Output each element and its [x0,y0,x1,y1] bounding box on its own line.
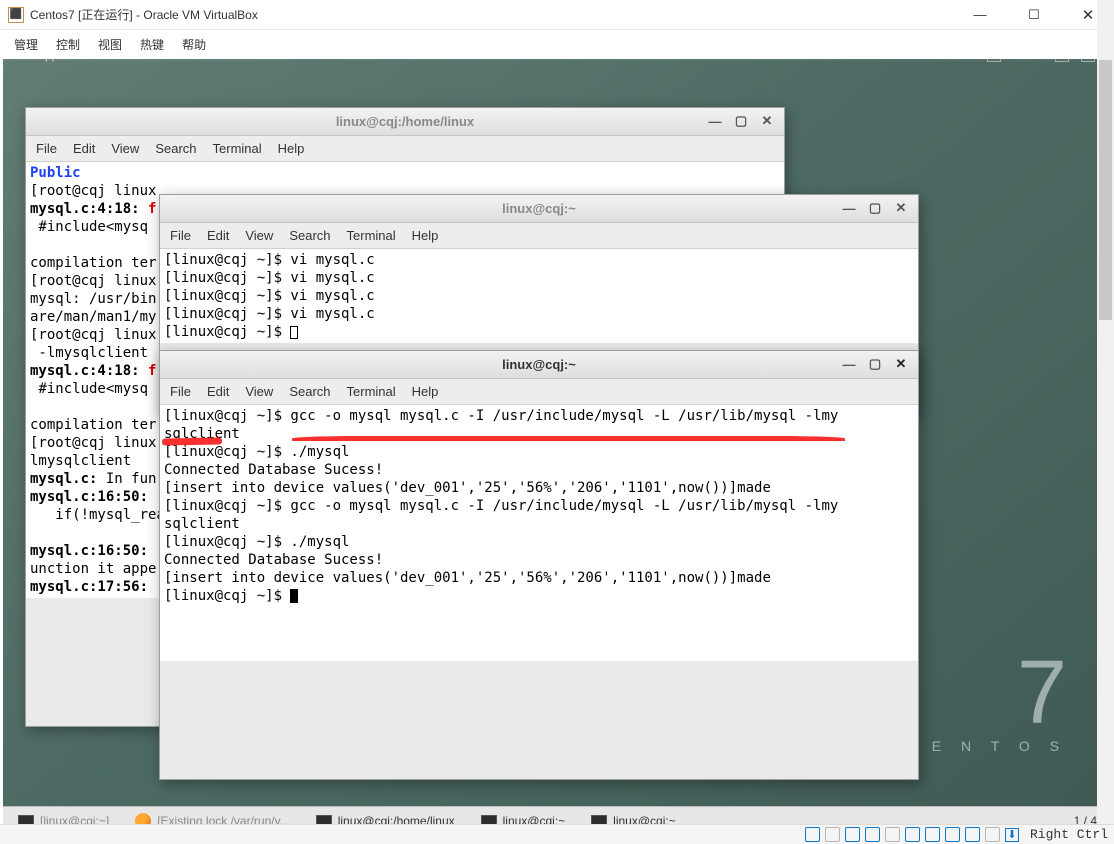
vbox-menu-help[interactable]: 帮助 [182,36,206,53]
clock[interactable]: 07:00 [1013,59,1043,62]
gnome-applications-menu[interactable]: Applications [37,59,102,62]
terminal3-maximize-button[interactable]: ▢ [864,355,886,373]
menu-file[interactable]: File [36,141,57,156]
recording-icon[interactable] [945,827,960,842]
gnome-places-menu[interactable]: Places [120,59,156,62]
terminal3-menu-bar: File Edit View Search Terminal Help [160,379,918,405]
terminal2-cursor [290,326,298,339]
menu-search[interactable]: Search [155,141,196,156]
gnome-terminal-menu[interactable]: Terminal [174,59,219,62]
vbox-menu-hotkey[interactable]: 热键 [140,36,164,53]
shared-folders-icon[interactable] [905,827,920,842]
menu-help[interactable]: Help [278,141,305,156]
vbox-titlebar: ⬛ Centos7 [正在运行] - Oracle VM VirtualBox … [0,0,1114,30]
hostkey-arrow-icon: ⬇ [1005,828,1019,842]
terminal2-close-button[interactable]: ✕ [890,199,912,217]
minimize-button[interactable]: — [962,3,998,27]
audio-icon[interactable] [845,827,860,842]
mouse-icon[interactable] [985,827,1000,842]
vbox-title: Centos7 [正在运行] - Oracle VM VirtualBox [30,6,258,23]
keyboard-lang-indicator[interactable]: en [962,59,975,62]
volume-icon[interactable] [1055,59,1069,62]
network-icon[interactable] [865,827,880,842]
virtualbox-icon: ⬛ [8,7,24,23]
annotation-red-underline-right [292,436,845,441]
menu-view[interactable]: View [245,384,273,399]
terminal2-title[interactable]: linux@cqj:~ — ▢ ✕ [160,195,918,223]
gnome-top-panel: Applications Places Terminal en 07:00 [3,59,1111,61]
terminal1-menu-bar: File Edit View Search Terminal Help [26,136,784,162]
annotation-red-underline-left [162,437,222,445]
terminal2-minimize-button[interactable]: — [838,199,860,217]
terminal2-menu-bar: File Edit View Search Terminal Help [160,223,918,249]
optical-icon[interactable] [825,827,840,842]
cpu-icon[interactable] [965,827,980,842]
menu-terminal[interactable]: Terminal [347,228,396,243]
guest-display: Applications Places Terminal en 07:00 7 … [3,59,1111,834]
vbox-menu-view[interactable]: 视图 [98,36,122,53]
terminal3-title[interactable]: linux@cqj:~ — ▢ ✕ [160,351,918,379]
centos-version-digit: 7 [902,648,1067,738]
menu-help[interactable]: Help [412,384,439,399]
page-scrollbar[interactable] [1097,0,1114,824]
hostkey-label: Right Ctrl [1030,827,1108,842]
menu-edit[interactable]: Edit [207,384,229,399]
terminal3-body[interactable]: [linux@cqj ~]$ gcc -o mysql mysql.c -I /… [160,405,918,661]
terminal1-minimize-button[interactable]: — [704,112,726,130]
display-icon[interactable] [925,827,940,842]
menu-terminal[interactable]: Terminal [347,384,396,399]
terminal2-maximize-button[interactable]: ▢ [864,199,886,217]
menu-view[interactable]: View [111,141,139,156]
vbox-menu-control[interactable]: 控制 [56,36,80,53]
terminal3-minimize-button[interactable]: — [838,355,860,373]
menu-search[interactable]: Search [289,228,330,243]
menu-edit[interactable]: Edit [207,228,229,243]
scrollbar-thumb[interactable] [1099,60,1112,320]
menu-edit[interactable]: Edit [73,141,95,156]
menu-terminal[interactable]: Terminal [213,141,262,156]
maximize-button[interactable]: ☐ [1016,3,1052,27]
menu-file[interactable]: File [170,228,191,243]
terminal3-close-button[interactable]: ✕ [890,355,912,373]
accessibility-icon[interactable] [987,59,1001,62]
centos-watermark: 7 C E N T O S [902,648,1067,754]
usb-icon[interactable] [885,827,900,842]
menu-search[interactable]: Search [289,384,330,399]
menu-help[interactable]: Help [412,228,439,243]
terminal1-close-button[interactable]: ✕ [756,112,778,130]
terminal2-body[interactable]: [linux@cqj ~]$ vi mysql.c [linux@cqj ~]$… [160,249,918,343]
vbox-menu-manage[interactable]: 管理 [14,36,38,53]
vbox-menu-bar: 管理 控制 视图 热键 帮助 [0,30,1114,59]
hdd-icon[interactable] [805,827,820,842]
power-icon[interactable] [1081,59,1095,62]
menu-file[interactable]: File [170,384,191,399]
terminal1-title[interactable]: linux@cqj:/home/linux — ▢ ✕ [26,108,784,136]
terminal3-cursor [290,589,298,603]
menu-view[interactable]: View [245,228,273,243]
centos-word: C E N T O S [902,738,1067,754]
vbox-status-bar: ⬇ Right Ctrl [0,824,1114,844]
terminal1-maximize-button[interactable]: ▢ [730,112,752,130]
terminal-window-3[interactable]: linux@cqj:~ — ▢ ✕ File Edit View Search … [159,350,919,780]
